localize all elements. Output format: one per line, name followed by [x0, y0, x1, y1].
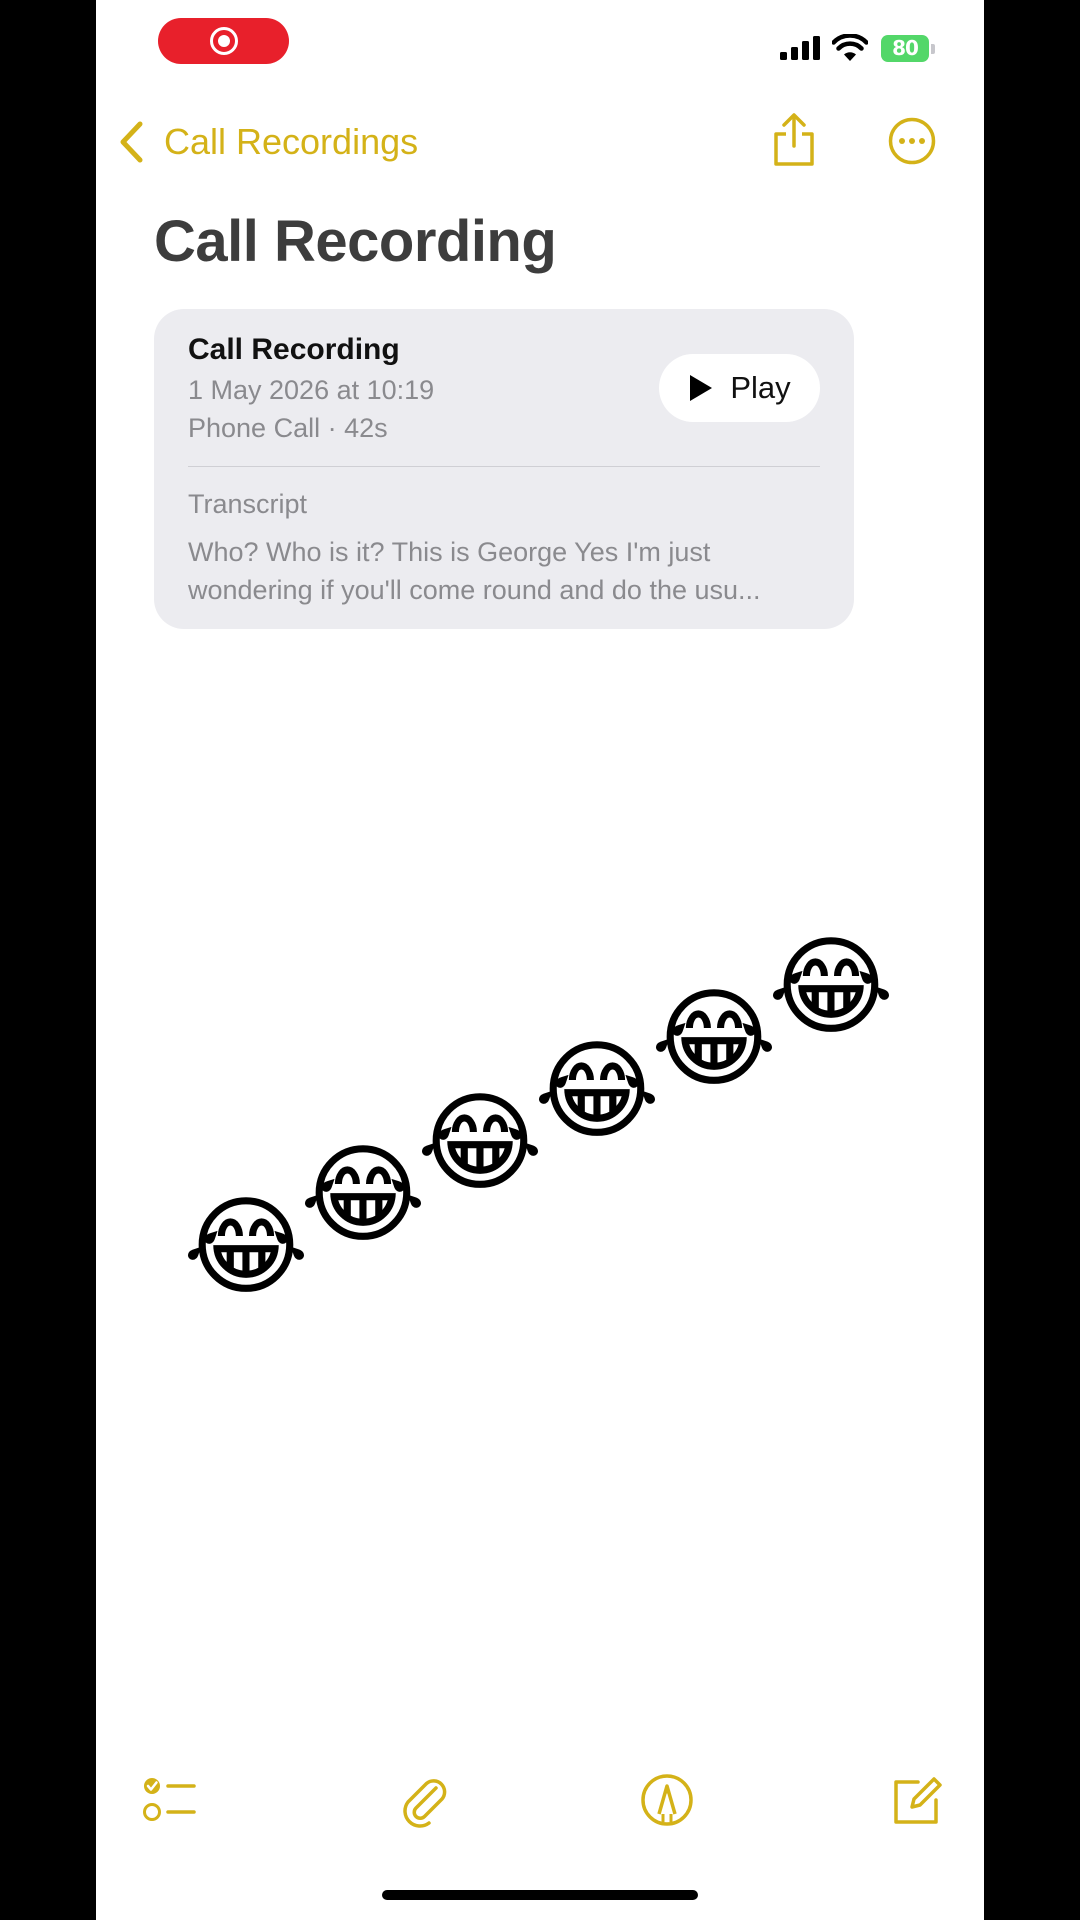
chevron-left-icon — [120, 121, 143, 163]
note-title[interactable]: Call Recording — [154, 208, 557, 275]
laughing-emoji: 😂 — [650, 977, 778, 1102]
home-indicator[interactable] — [382, 1890, 698, 1900]
back-button-label: Call Recordings — [164, 121, 419, 162]
battery-level: 80 — [881, 35, 929, 62]
more-icon[interactable] — [888, 117, 936, 165]
note-screen: 80 Call Recordings Call Recording Call R… — [96, 0, 984, 1920]
battery-cap — [931, 43, 935, 54]
transcript-preview[interactable]: Who? Who is it? This is George Yes I'm j… — [188, 533, 824, 609]
wifi-icon — [832, 34, 868, 61]
recording-title: Call Recording — [188, 333, 400, 366]
battery-charging-icon: 80 — [881, 35, 935, 62]
laughing-emoji: 😂 — [299, 1133, 427, 1258]
markup-icon[interactable] — [639, 1772, 695, 1828]
checklist-icon[interactable] — [142, 1772, 198, 1828]
record-icon — [209, 27, 238, 55]
recording-meta: Phone Call · 42s — [188, 413, 388, 443]
call-recording-card[interactable]: Call Recording 1 May 2026 at 10:19 Phone… — [154, 309, 854, 629]
screen-recording-indicator[interactable] — [158, 18, 289, 64]
laughing-emoji: 😂 — [416, 1081, 544, 1206]
recording-date: 1 May 2026 at 10:19 — [188, 375, 435, 405]
play-button[interactable]: Play — [659, 354, 820, 422]
laughing-emoji: 😂 — [182, 1185, 310, 1310]
back-button[interactable]: Call Recordings — [118, 116, 418, 168]
attachment-icon[interactable] — [396, 1772, 452, 1828]
play-icon — [690, 375, 713, 401]
play-button-label: Play — [730, 370, 791, 405]
share-icon[interactable] — [770, 112, 818, 168]
compose-icon[interactable] — [888, 1772, 944, 1828]
laughing-emoji: 😂 — [533, 1029, 661, 1154]
transcript-label: Transcript — [188, 489, 308, 519]
cellular-signal-icon — [780, 36, 820, 60]
card-divider — [188, 466, 820, 467]
laughing-emoji: 😂 — [767, 925, 895, 1050]
